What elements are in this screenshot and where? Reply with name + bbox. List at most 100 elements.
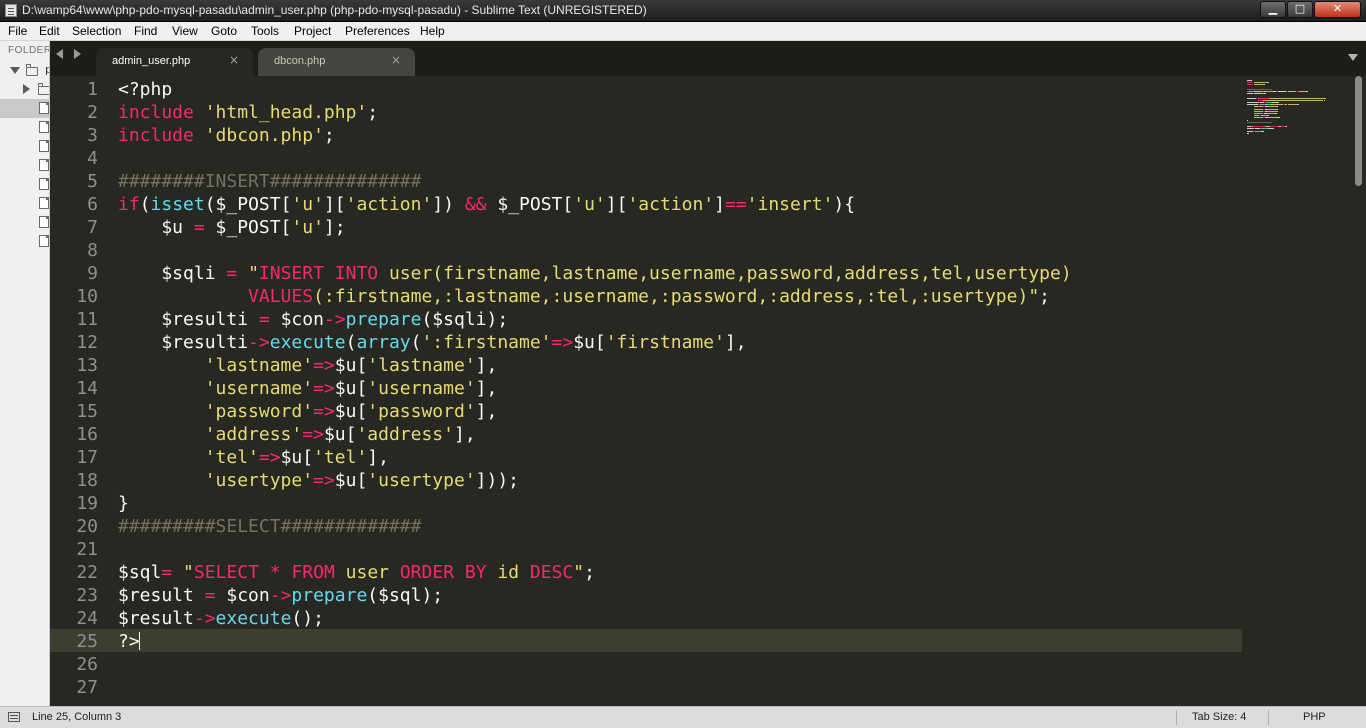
tree-file[interactable] — [0, 232, 49, 251]
minimap-stroke — [1264, 93, 1266, 95]
menu-file[interactable]: File — [8, 24, 27, 38]
code-editor[interactable]: 1 2 3 4 5 6 7 8 9 10 11 12 13 14 15 16 17 18 19 20 21 22 23 24 2… — [50, 76, 1350, 706]
tree-file[interactable] — [0, 118, 49, 137]
code-token: prepare — [345, 309, 422, 330]
tab-dbcon[interactable]: dbcon.php × — [258, 48, 415, 76]
line-number: 25 — [76, 631, 98, 652]
menu-preferences[interactable]: Preferences — [345, 24, 410, 38]
tree-file[interactable] — [0, 175, 49, 194]
arrow-left-icon[interactable] — [56, 49, 63, 59]
code-token: = — [193, 217, 205, 238]
code-token: => — [313, 355, 335, 376]
code-token: SELECT — [193, 562, 259, 583]
minimap-stroke — [1267, 115, 1270, 117]
vertical-scrollbar[interactable] — [1352, 76, 1366, 706]
minimap-stroke — [1265, 91, 1274, 92]
code-token: $sqli — [118, 263, 227, 284]
code-line: 'address'=>$u['address'], — [118, 423, 476, 446]
code-token: $_POST[ — [486, 194, 574, 215]
code-token: array — [356, 332, 411, 353]
code-token: ], — [367, 447, 389, 468]
code-token: == — [724, 194, 747, 215]
code-token: id — [486, 562, 530, 583]
tree-file[interactable] — [0, 194, 49, 213]
tree-file-selected[interactable] — [0, 99, 49, 118]
code-token: * — [269, 562, 281, 583]
text-caret — [139, 632, 140, 650]
code-token: 'insert' — [746, 194, 834, 215]
line-number: 21 — [76, 539, 98, 560]
minimap-stroke — [1254, 113, 1263, 114]
minimap[interactable] — [1245, 76, 1345, 346]
code-token: include — [118, 102, 194, 123]
folders-header: FOLDER — [8, 45, 50, 56]
minimize-button[interactable]: ▁ — [1260, 1, 1286, 18]
tab-overflow-icon[interactable] — [1348, 54, 1358, 61]
menu-tools[interactable]: Tools — [251, 24, 279, 38]
tab-close-icon[interactable]: × — [391, 53, 401, 67]
window-title: D:\wamp64\www\php-pdo-mysql-pasadu\admin… — [22, 3, 647, 17]
minimap-stroke — [1299, 91, 1307, 92]
tree-file[interactable] — [0, 213, 49, 232]
code-line: include 'html_head.php'; — [118, 101, 378, 124]
menu-help[interactable]: Help — [420, 24, 445, 38]
menu-selection[interactable]: Selection — [72, 24, 121, 38]
code-line: include 'dbcon.php'; — [118, 124, 335, 147]
menu-goto[interactable]: Goto — [211, 24, 237, 38]
code-token: INSERT INTO — [258, 263, 379, 284]
maximize-button[interactable]: □ — [1287, 1, 1313, 18]
code-line: VALUES(:firstname,:lastname,:username,:p… — [118, 285, 1050, 308]
code-token: ])); — [475, 470, 520, 491]
code-token: 'lastname' — [367, 355, 476, 376]
menu-view[interactable]: View — [172, 24, 198, 38]
tab-admin-user[interactable]: admin_user.php × — [96, 48, 253, 76]
code-token: ], — [475, 355, 498, 376]
line-number: 11 — [76, 309, 98, 330]
scrollbar-thumb[interactable] — [1355, 76, 1362, 186]
syntax-selector[interactable]: PHP — [1303, 711, 1326, 723]
menu-project[interactable]: Project — [294, 24, 331, 38]
console-icon[interactable] — [8, 712, 20, 722]
code-token: 'action' — [627, 194, 715, 215]
code-line: 'lastname'=>$u['lastname'], — [118, 354, 498, 377]
code-token: 'tel' — [313, 447, 368, 468]
close-window-button[interactable]: ✕ — [1314, 1, 1361, 18]
code-token: " — [248, 263, 259, 284]
line-number: 1 — [87, 79, 98, 100]
current-line-highlight — [50, 629, 1242, 652]
code-token: ; — [584, 562, 595, 583]
code-token: ){ — [833, 194, 856, 215]
tree-subfolder[interactable] — [0, 80, 49, 99]
arrow-right-icon[interactable] — [74, 49, 81, 59]
minimap-stroke — [1267, 108, 1277, 110]
menu-edit[interactable]: Edit — [39, 24, 60, 38]
tab-close-icon[interactable]: × — [229, 53, 239, 67]
code-token: include — [118, 125, 194, 146]
code-token: -> — [248, 332, 270, 353]
chevron-down-icon[interactable] — [10, 67, 20, 74]
minimap-stroke — [1274, 113, 1277, 114]
code-line: $resulti = $con->prepare($sqli); — [118, 308, 508, 331]
chevron-right-icon[interactable] — [23, 84, 30, 94]
minimap-stroke — [1247, 119, 1248, 121]
minimap-stroke — [1247, 104, 1258, 106]
minimap-stroke — [1267, 117, 1277, 119]
code-token: $result — [118, 585, 205, 606]
line-number: 22 — [76, 562, 98, 583]
tree-root-folder[interactable]: p — [0, 61, 49, 80]
tab-size-selector[interactable]: Tab Size: 4 — [1192, 711, 1246, 723]
tree-file[interactable] — [0, 137, 49, 156]
file-icon — [39, 159, 49, 171]
minimap-stroke — [1254, 82, 1268, 84]
menu-find[interactable]: Find — [134, 24, 157, 38]
code-token: -> — [269, 585, 292, 606]
code-token: user — [334, 562, 400, 583]
code-line: <?php — [118, 78, 172, 101]
minimap-stroke — [1254, 91, 1262, 92]
code-token: = — [226, 263, 238, 284]
tree-file[interactable] — [0, 156, 49, 175]
code-token: ], — [724, 332, 747, 353]
minimap-stroke — [1247, 102, 1259, 103]
